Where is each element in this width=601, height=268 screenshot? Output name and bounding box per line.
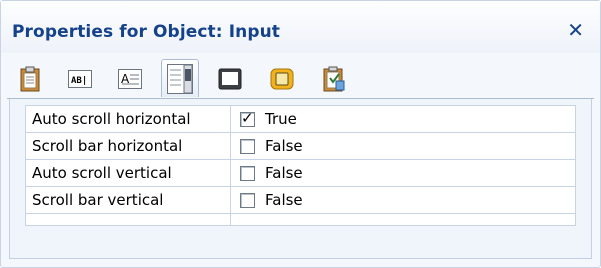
background-color-icon: [270, 68, 294, 90]
border-style-icon: [218, 68, 242, 90]
table-row: Auto scroll horizontal ✓ True: [25, 105, 576, 133]
empty-cell: [25, 213, 231, 226]
panel-title: Properties for Object: Input: [12, 22, 281, 42]
tool-border-style[interactable]: [213, 61, 247, 97]
property-name: Scroll bar horizontal: [25, 132, 231, 160]
property-value-text: False: [265, 164, 303, 182]
property-value-text: True: [265, 110, 297, 128]
text-field-icon: AB|: [68, 70, 92, 88]
property-value[interactable]: False: [230, 159, 576, 187]
tool-scrollbars[interactable]: [161, 59, 199, 97]
checkbox-checked[interactable]: ✓: [240, 109, 255, 127]
table-row-empty: [25, 213, 576, 226]
tool-clipboard[interactable]: [13, 61, 47, 97]
property-name: Auto scroll vertical: [25, 159, 231, 187]
property-name: Scroll bar vertical: [25, 186, 231, 214]
property-grid: Auto scroll horizontal ✓ True Scroll bar…: [25, 105, 576, 226]
tool-text-field[interactable]: AB|: [63, 61, 97, 97]
svg-text:AB|: AB|: [71, 76, 87, 86]
tool-label-text[interactable]: A: [113, 61, 147, 97]
checklist-icon: [323, 66, 345, 92]
property-value[interactable]: False: [230, 132, 576, 160]
properties-panel: Properties for Object: Input ✕ AB| A Aut…: [0, 0, 601, 268]
table-row: Scroll bar vertical False: [25, 186, 576, 214]
tool-background-color[interactable]: [265, 61, 299, 97]
tool-checklist[interactable]: [317, 61, 351, 97]
clipboard-icon: [20, 66, 40, 92]
title-bar: Properties for Object: Input ✕: [1, 1, 600, 53]
table-row: Scroll bar horizontal False: [25, 132, 576, 160]
property-name: Auto scroll horizontal: [25, 105, 231, 133]
checkbox-unchecked[interactable]: [240, 138, 255, 154]
label-text-icon: A: [118, 69, 142, 89]
property-value-text: False: [265, 137, 303, 155]
checkbox-unchecked[interactable]: [240, 192, 255, 208]
property-value-text: False: [265, 191, 303, 209]
property-category-toolbar: AB| A: [13, 59, 433, 97]
close-icon[interactable]: ✕: [567, 20, 584, 40]
property-grid-container: Auto scroll horizontal ✓ True Scroll bar…: [9, 99, 592, 259]
checkbox-unchecked[interactable]: [240, 165, 255, 181]
table-row: Auto scroll vertical False: [25, 159, 576, 187]
scrollbars-icon: [167, 63, 193, 94]
property-value[interactable]: ✓ True: [230, 105, 576, 133]
empty-cell: [230, 213, 576, 226]
property-value[interactable]: False: [230, 186, 576, 214]
